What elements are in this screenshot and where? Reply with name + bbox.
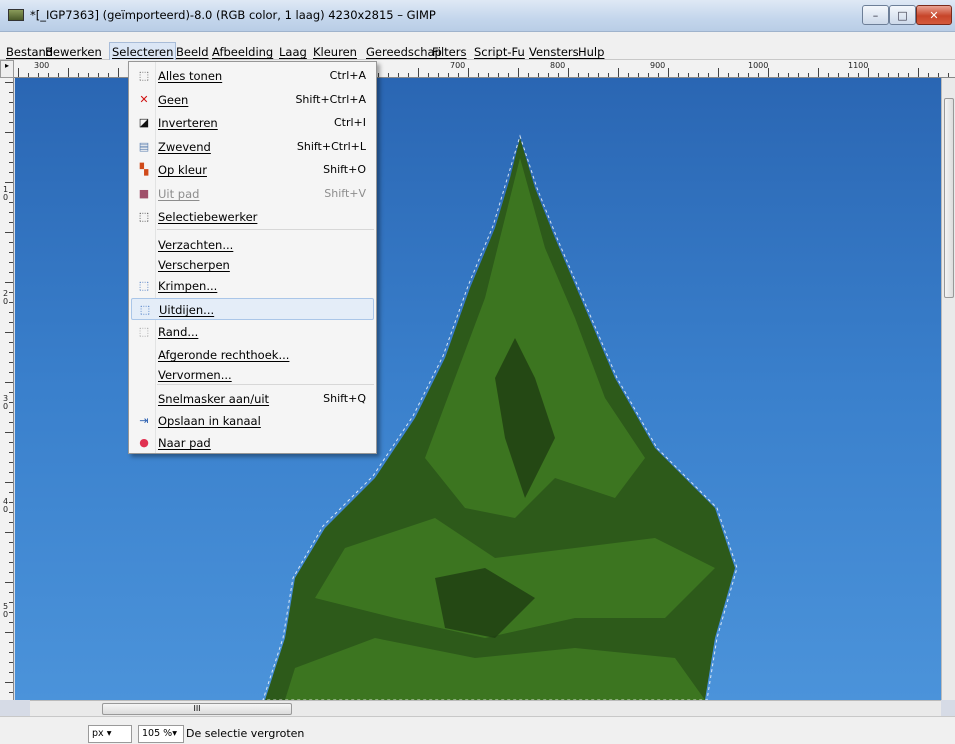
- menu-item-label: Afgeronde rechthoek...: [158, 348, 290, 362]
- menu-item-geen[interactable]: ✕ Geen Shift+Ctrl+A: [131, 89, 374, 111]
- gimp-app-icon: [8, 9, 24, 21]
- selection-editor-icon: ⬚: [138, 210, 150, 223]
- menu-gereedschap[interactable]: Gereedschap: [366, 45, 442, 59]
- menu-item-shortcut: Ctrl+I: [333, 116, 366, 129]
- menu-item-uit-pad[interactable]: ■ Uit pad Shift+V: [131, 183, 374, 205]
- menu-item-vervormen[interactable]: Vervormen...: [131, 364, 374, 386]
- menu-item-label: Verzachten...: [158, 238, 234, 252]
- vertical-scrollbar[interactable]: [941, 78, 955, 700]
- menu-item-shortcut: Shift+Ctrl+L: [296, 140, 366, 153]
- float-icon: ▤: [138, 140, 150, 153]
- menu-item-shortcut: Shift+Q: [323, 392, 366, 405]
- menu-afbeelding[interactable]: Afbeelding: [212, 45, 273, 59]
- menu-item-opslaan-in-kanaal[interactable]: ⇥ Opslaan in kanaal: [131, 410, 374, 432]
- ruler-tick-label: 5 0: [3, 602, 9, 619]
- menu-item-zwevend[interactable]: ▤ Zwevend Shift+Ctrl+L: [131, 136, 374, 158]
- ruler-tick-label: 4 0: [3, 497, 9, 514]
- menu-item-label: Vervormen...: [158, 368, 232, 382]
- color-select-icon: ▚: [139, 163, 149, 176]
- menu-item-krimpen[interactable]: ⬚ Krimpen...: [131, 275, 374, 297]
- menu-bar: Bestand Bewerken Selecteren Beeld Afbeelding…: [0, 32, 955, 62]
- menu-item-label: Snelmasker aan/uit: [158, 392, 270, 406]
- ruler-tick-label: 700: [450, 61, 466, 70]
- select-menu-dropdown: ⬚ Alles tonen Ctrl+A ✕ Geen Shift+Ctrl+A ◪ Inve…: [128, 61, 377, 454]
- invert-icon: ◪: [138, 116, 150, 129]
- menu-item-snelmasker-aan-uit[interactable]: Snelmasker aan/uit Shift+Q: [131, 388, 374, 410]
- horizontal-scroll-thumb[interactable]: III: [102, 703, 292, 715]
- vertical-scroll-thumb[interactable]: [944, 98, 954, 298]
- unit-value: px: [92, 728, 104, 739]
- menu-item-verscherpen[interactable]: Verscherpen: [131, 254, 374, 276]
- menu-scriptfu[interactable]: Script-Fu: [474, 45, 525, 59]
- menu-item-label: Naar pad: [158, 436, 211, 450]
- menu-item-naar-pad[interactable]: ● Naar pad: [131, 432, 374, 454]
- menu-item-verzachten[interactable]: Verzachten...: [131, 234, 374, 256]
- title-bar[interactable]: *[_IGP7363] (geïmporteerd)-8.0 (RGB colo…: [0, 0, 955, 32]
- menu-item-label: Alles tonen: [158, 69, 223, 83]
- menu-laag[interactable]: Laag: [279, 45, 307, 59]
- menu-item-label: Inverteren: [158, 116, 218, 130]
- ruler-tick-label: 300: [34, 61, 50, 70]
- menu-kleuren[interactable]: Kleuren: [313, 45, 357, 59]
- ruler-tick-label: 3 0: [3, 394, 9, 411]
- menu-item-label: Verscherpen: [158, 258, 230, 272]
- menu-hulp[interactable]: Hulp: [578, 45, 604, 59]
- menu-item-op-kleur[interactable]: ▚ Op kleur Shift+O: [131, 159, 374, 181]
- horizontal-scrollbar[interactable]: III: [30, 700, 941, 716]
- ruler-tick-label: 1 0: [3, 185, 9, 202]
- menu-item-label: Krimpen...: [158, 279, 218, 293]
- menu-item-label: Opslaan in kanaal: [158, 414, 261, 428]
- menu-item-shortcut: Ctrl+A: [329, 69, 366, 82]
- gimp-window: *[_IGP7363] (geïmporteerd)-8.0 (RGB colo…: [0, 0, 955, 744]
- menu-item-label: Zwevend: [158, 140, 211, 154]
- ruler-corner-button[interactable]: ▸: [0, 60, 14, 78]
- shrink-icon: ⬚: [138, 279, 150, 292]
- menu-item-inverteren[interactable]: ◪ Inverteren Ctrl+I: [131, 112, 374, 134]
- ruler-tick-label: 900: [650, 61, 666, 70]
- menu-item-afgeronde-rechthoek[interactable]: Afgeronde rechthoek...: [131, 344, 374, 366]
- menu-vensters[interactable]: Vensters: [529, 45, 579, 59]
- ruler-tick-label: 1000: [748, 61, 769, 70]
- menu-item-label: Rand...: [158, 325, 199, 339]
- maximize-button[interactable]: □: [889, 5, 916, 25]
- menu-item-shortcut: Shift+Ctrl+A: [295, 93, 366, 106]
- red-x-icon: ✕: [139, 93, 149, 106]
- menu-beeld[interactable]: Beeld: [176, 45, 209, 59]
- menu-item-shortcut: Shift+O: [323, 163, 366, 176]
- vertical-ruler[interactable]: 1 0 2 0 3 0 4 0 5 0: [0, 78, 14, 700]
- menu-bewerken[interactable]: Bewerken: [45, 45, 102, 59]
- menu-item-label: Uitdijen...: [159, 303, 215, 317]
- chevron-down-icon: ▾: [106, 728, 112, 739]
- ruler-tick-label: 2 0: [3, 289, 9, 306]
- menu-item-selectiebewerker[interactable]: ⬚ Selectiebewerker: [131, 206, 374, 228]
- to-path-icon: ●: [139, 436, 149, 449]
- dotted-rect-icon: ⬚: [138, 69, 150, 82]
- from-path-icon: ■: [138, 187, 150, 200]
- menu-filters[interactable]: Filters: [432, 45, 466, 59]
- unit-select[interactable]: px ▾: [88, 725, 132, 743]
- menu-item-label: Geen: [158, 93, 189, 107]
- save-channel-icon: ⇥: [139, 414, 149, 427]
- minimize-button[interactable]: –: [862, 5, 889, 25]
- zoom-value: 105 %: [142, 728, 173, 739]
- menu-item-alles-tonen[interactable]: ⬚ Alles tonen Ctrl+A: [131, 65, 374, 87]
- ruler-tick-label: 1100: [848, 61, 869, 70]
- menu-item-label: Op kleur: [158, 163, 207, 177]
- menu-item-uitdijen[interactable]: ⬚ Uitdijen...: [131, 298, 374, 320]
- grow-icon: ⬚: [139, 303, 151, 316]
- menu-item-shortcut: Shift+V: [324, 187, 366, 200]
- chevron-down-icon: ▾: [172, 728, 177, 739]
- window-title: *[_IGP7363] (geïmporteerd)-8.0 (RGB colo…: [30, 8, 436, 22]
- menu-item-rand[interactable]: ⬚ Rand...: [131, 321, 374, 343]
- menu-separator: [157, 229, 374, 230]
- border-icon: ⬚: [138, 325, 150, 338]
- status-bar: px ▾ 105 %▾ De selectie vergroten: [0, 716, 955, 744]
- menu-selecteren[interactable]: Selecteren: [109, 42, 177, 62]
- status-message: De selectie vergroten: [186, 727, 305, 740]
- close-button[interactable]: ✕: [916, 5, 952, 25]
- menu-item-label: Uit pad: [158, 187, 200, 201]
- ruler-tick-label: 800: [550, 61, 566, 70]
- zoom-select[interactable]: 105 %▾: [138, 725, 184, 743]
- menu-item-label: Selectiebewerker: [158, 210, 258, 224]
